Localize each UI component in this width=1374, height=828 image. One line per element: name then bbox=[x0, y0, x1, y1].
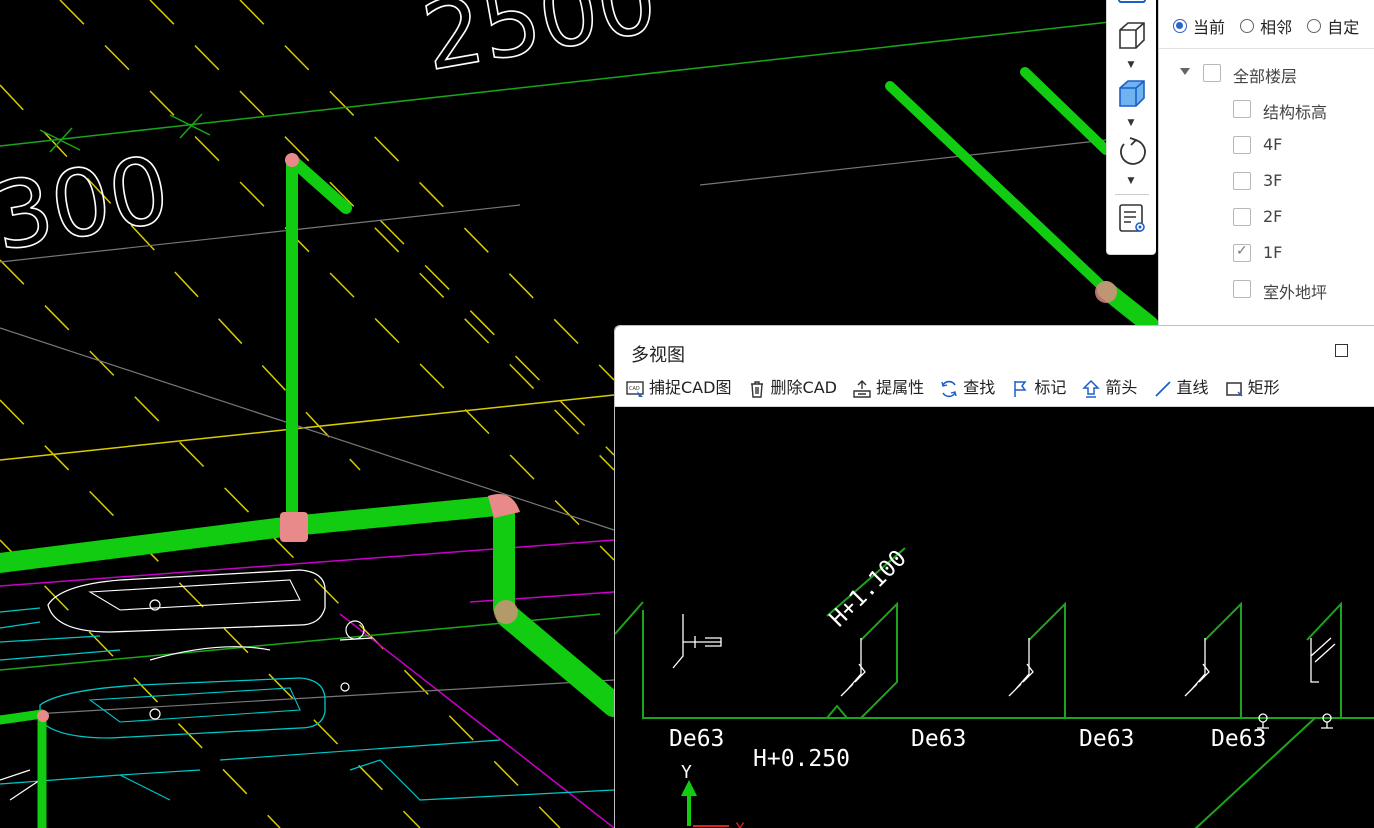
toolbar-divider bbox=[1115, 194, 1149, 195]
pipe-horizontal-main[interactable] bbox=[0, 516, 302, 573]
flag-icon bbox=[1010, 379, 1030, 399]
multiview-title: 多视图 bbox=[631, 345, 685, 366]
top-view-icon[interactable] bbox=[1116, 0, 1148, 6]
rotate-icon[interactable] bbox=[1116, 136, 1148, 168]
mark-button[interactable]: 标记 bbox=[1010, 370, 1066, 406]
tool-label: 删除CAD bbox=[770, 378, 837, 397]
grid-magenta-3 bbox=[339, 613, 615, 828]
maximize-icon[interactable] bbox=[1335, 344, 1348, 357]
axis-y-label: Y bbox=[681, 762, 692, 783]
pipe-size-label: De63 bbox=[911, 726, 966, 752]
extract-attribute-icon bbox=[852, 379, 872, 399]
svg-text:CAD: CAD bbox=[629, 386, 640, 392]
multiview-toolbar: CAD 捕捉CAD图 删除CAD 提属性 查找 标记 箭头 直线 矩形 bbox=[615, 370, 1374, 407]
grid-lines-yellow bbox=[0, 0, 615, 828]
radio-current-floor[interactable] bbox=[1173, 19, 1187, 33]
tool-label: 捕捉CAD图 bbox=[649, 378, 732, 397]
dropdown-arrow-icon[interactable]: ▼ bbox=[1125, 176, 1137, 186]
cad-fixtures bbox=[672, 614, 1336, 729]
box-view-icon[interactable] bbox=[1116, 20, 1148, 52]
radio-label-custom: 自定 bbox=[1327, 18, 1360, 37]
radio-adjacent-floor[interactable] bbox=[1240, 19, 1255, 33]
arrow-up-icon bbox=[1081, 379, 1101, 399]
floor-label: 2F bbox=[1263, 207, 1283, 226]
floor-checkbox[interactable] bbox=[1233, 280, 1251, 298]
display-range-options: 当前 相邻 自定 bbox=[1173, 14, 1374, 40]
pipe-small-branch[interactable] bbox=[0, 709, 47, 725]
tool-label: 箭头 bbox=[1105, 378, 1138, 397]
arrow-button[interactable]: 箭头 bbox=[1081, 370, 1137, 406]
dropdown-arrow-icon[interactable]: ▼ bbox=[1125, 118, 1137, 128]
tree-label: 全部楼层 bbox=[1233, 67, 1298, 86]
checkbox-all-floors[interactable] bbox=[1203, 64, 1221, 82]
floor-label: 室外地坪 bbox=[1263, 283, 1328, 302]
pipe-horizontal-right[interactable] bbox=[282, 496, 506, 536]
dimension-label-300: 300 bbox=[0, 136, 177, 272]
tool-label: 标记 bbox=[1034, 378, 1067, 397]
floor-checkbox[interactable] bbox=[1233, 172, 1251, 190]
grid-magenta-2 bbox=[469, 591, 615, 603]
rectangle-button[interactable]: 矩形 bbox=[1224, 370, 1280, 406]
floor-selection-panel: 当前 相邻 自定 全部楼层 结构标高 4F 3F 2F 1F 室外地坪 bbox=[1158, 0, 1374, 325]
pipe-size-label: De63 bbox=[1079, 726, 1134, 752]
floor-label: 3F bbox=[1263, 171, 1283, 190]
tree-item-floor[interactable]: 结构标高 bbox=[1159, 95, 1374, 123]
capture-cad-button[interactable]: CAD 捕捉CAD图 bbox=[625, 370, 731, 406]
tool-label: 直线 bbox=[1176, 378, 1209, 397]
dropdown-arrow-icon[interactable]: ▼ bbox=[1125, 60, 1137, 70]
elevation-base-label: H+0.250 bbox=[753, 746, 850, 772]
find-icon bbox=[939, 379, 959, 399]
trash-icon bbox=[747, 379, 767, 399]
floor-checkbox-checked[interactable] bbox=[1233, 243, 1251, 262]
tree-item-floor[interactable]: 1F bbox=[1159, 239, 1374, 267]
line-button[interactable]: 直线 bbox=[1153, 370, 1209, 406]
tree-item-floor[interactable]: 4F bbox=[1159, 131, 1374, 159]
floor-checkbox[interactable] bbox=[1233, 100, 1251, 118]
tree-item-floor[interactable]: 3F bbox=[1159, 167, 1374, 195]
elevation-top-label: H+1.100 bbox=[825, 545, 912, 632]
tree-item-floor[interactable]: 室外地坪 bbox=[1159, 275, 1374, 303]
ucs-axis-icon: Y X bbox=[681, 762, 745, 828]
dimension-label-2500: 2500 bbox=[415, 0, 664, 92]
extract-attribute-button[interactable]: 提属性 bbox=[852, 370, 924, 406]
tree-item-floor[interactable]: 2F bbox=[1159, 203, 1374, 231]
pipe-far-2[interactable] bbox=[1020, 67, 1111, 155]
cad-drawing[interactable]: De63 De63 De63 De63 H+0.250 H+1.100 Y X bbox=[615, 406, 1374, 828]
view-settings-icon[interactable] bbox=[1116, 202, 1148, 234]
tool-label: 提属性 bbox=[876, 378, 925, 397]
capture-cad-icon: CAD bbox=[625, 379, 645, 399]
floor-checkbox[interactable] bbox=[1233, 136, 1251, 154]
cad-labels: De63 De63 De63 De63 H+0.250 H+1.100 bbox=[669, 545, 1266, 772]
floor-label: 1F bbox=[1263, 243, 1283, 262]
grid-axis-gray-2 bbox=[699, 139, 1107, 186]
rectangle-icon bbox=[1224, 379, 1244, 399]
floor-label: 4F bbox=[1263, 135, 1283, 154]
multiview-window[interactable]: 多视图 CAD 捕捉CAD图 删除CAD 提属性 查找 标记 箭头 直线 矩形 bbox=[614, 325, 1374, 828]
radio-custom-floor[interactable] bbox=[1307, 19, 1322, 33]
pipe-diagonal[interactable] bbox=[496, 604, 626, 717]
panel-divider bbox=[1159, 48, 1374, 49]
cad-pipe-lines bbox=[615, 547, 1374, 828]
expand-arrow-icon[interactable] bbox=[1180, 68, 1190, 75]
floor-checkbox[interactable] bbox=[1233, 208, 1251, 226]
axis-x-label: X bbox=[735, 819, 745, 828]
radio-label-adjacent: 相邻 bbox=[1260, 18, 1293, 37]
pipe-riser-branch[interactable] bbox=[286, 154, 352, 214]
view-toolbar: ▼ ▼ ▼ bbox=[1106, 0, 1156, 255]
pipe-size-label: De63 bbox=[669, 726, 724, 752]
find-button[interactable]: 查找 bbox=[939, 370, 995, 406]
tool-label: 矩形 bbox=[1247, 378, 1280, 397]
multiview-titlebar[interactable]: 多视图 bbox=[615, 326, 1374, 370]
floor-label: 结构标高 bbox=[1263, 103, 1328, 122]
shaded-view-icon[interactable] bbox=[1116, 78, 1148, 110]
tree-item-all-floors[interactable]: 全部楼层 bbox=[1159, 59, 1374, 87]
delete-cad-button[interactable]: 删除CAD bbox=[747, 370, 837, 406]
tool-label: 查找 bbox=[963, 378, 996, 397]
radio-label-current: 当前 bbox=[1193, 18, 1226, 37]
cad-drawing-canvas[interactable]: De63 De63 De63 De63 H+0.250 H+1.100 Y X bbox=[615, 406, 1374, 828]
diagonal-gray bbox=[0, 327, 615, 531]
pipe-size-label: De63 bbox=[1211, 726, 1266, 752]
grid-axis-yellow bbox=[0, 394, 615, 461]
line-icon bbox=[1153, 379, 1173, 399]
